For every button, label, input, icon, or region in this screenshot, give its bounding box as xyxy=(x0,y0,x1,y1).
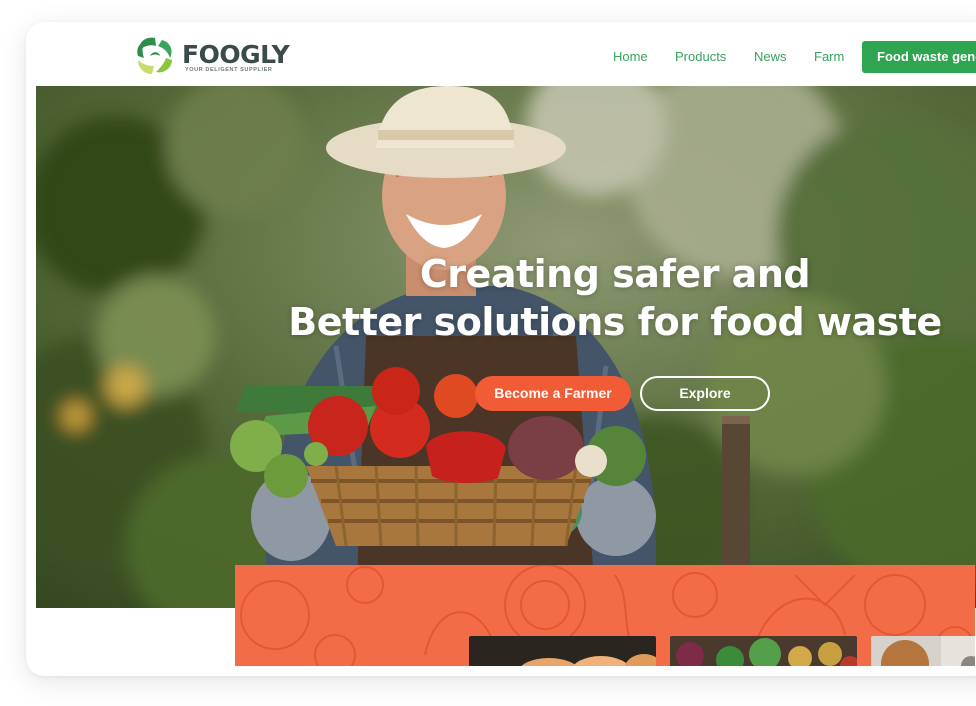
nav-farm[interactable]: Farm xyxy=(814,49,844,64)
logo-name: FOOGLY xyxy=(182,40,290,69)
eggs-image xyxy=(521,654,656,666)
logo[interactable]: FOOGLY YOUR DELIGENT SUPPLIER xyxy=(132,34,292,78)
hero-section: Creating safer and Better solutions for … xyxy=(36,86,976,608)
food-waste-generator-button[interactable]: Food waste generator xyxy=(862,41,976,73)
vegetables-image xyxy=(676,638,857,666)
browser-frame: FOOGLY YOUR DELIGENT SUPPLIER Home Produ… xyxy=(26,22,976,676)
foogly-logo-icon xyxy=(137,37,172,74)
featured-band xyxy=(235,565,975,666)
nav-home[interactable]: Home xyxy=(613,49,648,64)
hero-title-line1: Creating safer and xyxy=(419,252,811,296)
product-card-produce[interactable] xyxy=(871,636,975,666)
hero-title-line2: Better solutions for food waste xyxy=(288,300,942,344)
become-a-farmer-button[interactable]: Become a Farmer xyxy=(475,376,631,411)
nav-news[interactable]: News xyxy=(754,49,787,64)
nav-products[interactable]: Products xyxy=(675,49,726,64)
logo-tagline: YOUR DELIGENT SUPPLIER xyxy=(185,67,273,73)
produce-image xyxy=(881,636,975,666)
site-header: FOOGLY YOUR DELIGENT SUPPLIER Home Produ… xyxy=(26,22,976,86)
product-card-eggs[interactable] xyxy=(469,636,656,666)
hero-farmer-image xyxy=(36,86,976,608)
explore-button[interactable]: Explore xyxy=(640,376,770,411)
product-card-vegetables[interactable] xyxy=(670,636,857,666)
